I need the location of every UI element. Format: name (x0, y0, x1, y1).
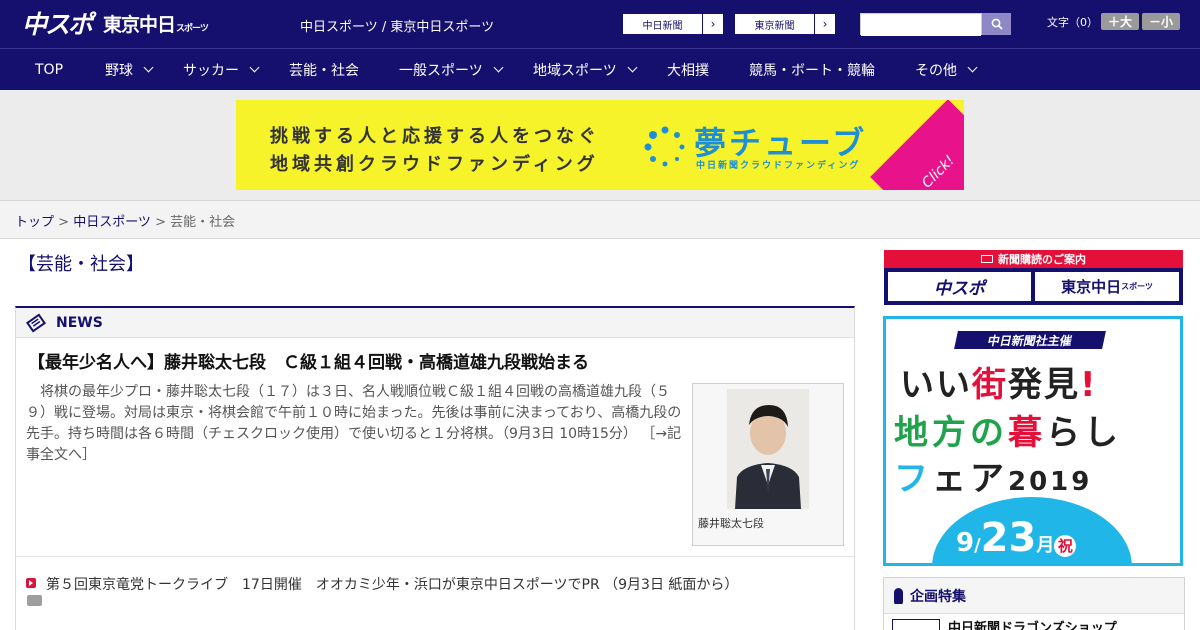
link-label: 中日新聞 (623, 14, 703, 34)
subscribe-chuspo[interactable]: 中スポ (888, 272, 1031, 301)
lead-photo-box[interactable]: 藤井聡太七段 (692, 383, 844, 546)
nav-label: TOP (35, 61, 64, 78)
news-box: NEWS 【最年少名人へ】藤井聡太七段 Ｃ級１組４回戦・高橋道雄九段戦始まる 将… (15, 306, 855, 630)
lead-article-body: 将棋の最年少プロ・藤井聡太七段（１７）は３日、名人戦順位戦Ｃ級１組４回戦の高橋道… (26, 382, 688, 466)
subscription-box[interactable]: 新聞購読のご案内 中スポ 東京中日 スポーツ (884, 250, 1183, 305)
ad-zone: 挑戦する人と応援する人をつなぐ 地域共創クラウドファンディング 夢チューブ 中日… (0, 90, 1200, 201)
site-logo[interactable]: 中スポ 東京中日スポーツ (22, 6, 209, 40)
search-input[interactable] (861, 16, 981, 36)
nav-label: その他 (915, 62, 957, 79)
chevron-right-icon: › (822, 17, 828, 31)
search-icon (991, 18, 1003, 30)
crowdfunding-banner[interactable]: 挑戦する人と応援する人をつなぐ 地域共創クラウドファンディング 夢チューブ 中日… (236, 100, 964, 190)
breadcrumb-separator: > (155, 215, 171, 230)
nav-item-general-sports[interactable]: 一般スポーツ (399, 49, 504, 90)
camera-icon (27, 595, 42, 606)
breadcrumb: トップ > 中日スポーツ > 芸能・社会 (0, 201, 1200, 239)
fair-line-3: フェア2019 (894, 459, 1093, 499)
nav-item-soccer[interactable]: サッカー (183, 49, 260, 90)
photo-caption: 藤井聡太七段 (698, 517, 764, 530)
feature-item[interactable]: 中日新聞ドラゴンズショップ (884, 614, 1184, 630)
search-field (860, 13, 982, 36)
nav-label: 競馬・ボート・競輪 (749, 62, 875, 79)
chevron-down-icon (143, 62, 154, 73)
font-smaller-button[interactable]: －小 (1142, 13, 1180, 30)
subscription-title: 新聞購読のご案内 (884, 250, 1183, 268)
local-fair-ad[interactable]: 中日新聞社主催 いい街発見! 地方の暮らし フェア2019 9/23月祝 (883, 316, 1183, 566)
page-title: 【芸能・社会】 (18, 254, 144, 275)
font-size-label: 文字（0） (1047, 16, 1098, 29)
nav-item-baseball[interactable]: 野球 (105, 49, 154, 90)
top-bar: 中スポ 東京中日スポーツ 中日スポーツ / 東京中日スポーツ 中日新聞 › 東京… (0, 0, 1200, 48)
chevron-down-icon (249, 62, 260, 73)
portrait-image (727, 389, 809, 509)
nav-label: 一般スポーツ (399, 62, 483, 79)
nav-label: 大相撲 (667, 62, 709, 79)
chunichi-shimbun-link[interactable]: 中日新聞 › (622, 13, 724, 35)
feature-header: 企画特集 (884, 578, 1184, 614)
banner-brand-sub: 中日新聞クラウドファンディング (696, 161, 861, 171)
nav-label: サッカー (183, 62, 239, 79)
list-item-text: 第５回東京竜党トークライブ 17日開催 オオカミ少年・浜口が東京中日スポーツでP… (46, 577, 739, 593)
logo-chuspo: 中スポ (22, 10, 93, 39)
tokyo-shimbun-link[interactable]: 東京新聞 › (734, 13, 836, 35)
nav-item-local-sports[interactable]: 地域スポーツ (533, 49, 638, 90)
breadcrumb-section[interactable]: 中日スポーツ (73, 215, 151, 230)
nav-label: 芸能・社会 (289, 62, 359, 79)
subscribe-b-small: スポーツ (1121, 282, 1153, 291)
chevron-down-icon (627, 62, 638, 73)
nav-label: 野球 (105, 62, 133, 79)
banner-line-2: 地域共創クラウドファンディング (270, 154, 599, 175)
chevron-down-icon (493, 62, 504, 73)
dot-ring-icon (644, 126, 685, 167)
click-corner (870, 100, 964, 190)
newspaper-icon (26, 312, 46, 333)
fair-line-2: 地方の暮らし (894, 413, 1122, 453)
site-title: 中日スポーツ / 東京中日スポーツ (300, 20, 495, 35)
feature-item-label: 中日新聞ドラゴンズショップ (948, 620, 1117, 630)
divider (16, 556, 854, 557)
lead-photo (727, 389, 809, 509)
video-icon (26, 578, 36, 588)
lead-article-title[interactable]: 【最年少名人へ】藤井聡太七段 Ｃ級１組４回戦・高橋道雄九段戦始まる (28, 348, 589, 373)
subscription-title-text: 新聞購読のご案内 (998, 253, 1086, 266)
pin-icon (894, 587, 903, 604)
font-larger-button[interactable]: ＋大 (1101, 13, 1139, 30)
news-header: NEWS (16, 308, 854, 338)
nav-item-sumo[interactable]: 大相撲 (667, 49, 709, 90)
subscribe-b-text: 東京中日 (1061, 278, 1122, 296)
fair-line-1: いい街発見! (900, 365, 1098, 405)
chevron-down-icon (967, 62, 978, 73)
lead-body-text: 将棋の最年少プロ・藤井聡太七段（１７）は３日、名人戦順位戦Ｃ級１組４回戦の高橋道… (26, 384, 682, 442)
breadcrumb-home[interactable]: トップ (15, 215, 54, 230)
nav-item-other[interactable]: その他 (915, 49, 978, 90)
nav-item-entertainment[interactable]: 芸能・社会 (289, 49, 359, 90)
nav-item-racing[interactable]: 競馬・ボート・競輪 (749, 49, 875, 90)
breadcrumb-current: 芸能・社会 (170, 215, 236, 230)
main-nav: TOP 野球 サッカー 芸能・社会 一般スポーツ 地域スポーツ 大相撲 競馬・ボ… (0, 48, 1200, 90)
subscribe-tokyo-chunichi[interactable]: 東京中日 スポーツ (1035, 272, 1179, 301)
logo-tokyo-chunichi: 東京中日スポーツ (103, 13, 209, 36)
ticket-icon (981, 255, 993, 263)
fair-date: 9/23月祝 (956, 515, 1077, 561)
chevron-right-icon: › (710, 17, 716, 31)
feature-box: 企画特集 中日新聞ドラゴンズショップ (883, 577, 1185, 630)
fair-host: 中日新聞社主催 (954, 331, 1106, 349)
banner-line-1: 挑戦する人と応援する人をつなぐ (270, 126, 600, 147)
nav-label: 地域スポーツ (533, 62, 617, 79)
link-label: 東京新聞 (735, 14, 815, 34)
shop-icon (892, 619, 940, 630)
breadcrumb-separator: > (58, 215, 74, 230)
search-button[interactable] (982, 13, 1011, 35)
feature-title: 企画特集 (910, 588, 966, 605)
nav-item-top[interactable]: TOP (35, 49, 63, 90)
list-item[interactable]: 第５回東京竜党トークライブ 17日開催 オオカミ少年・浜口が東京中日スポーツでP… (26, 574, 738, 594)
news-header-label: NEWS (56, 314, 103, 331)
